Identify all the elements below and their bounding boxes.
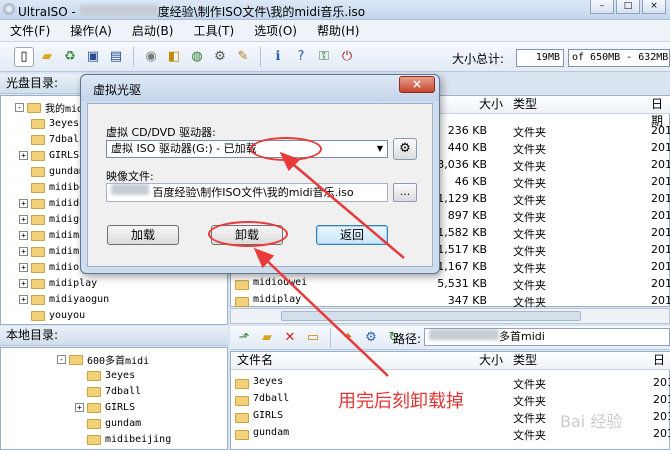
- annotation-arrows: [253, 151, 405, 377]
- annotation-text: 用完后刻卸载掉: [338, 391, 464, 412]
- watermark: Bai 经验: [560, 412, 623, 431]
- arrow-to-unload: [261, 255, 389, 377]
- arrow-to-loaded: [287, 159, 405, 259]
